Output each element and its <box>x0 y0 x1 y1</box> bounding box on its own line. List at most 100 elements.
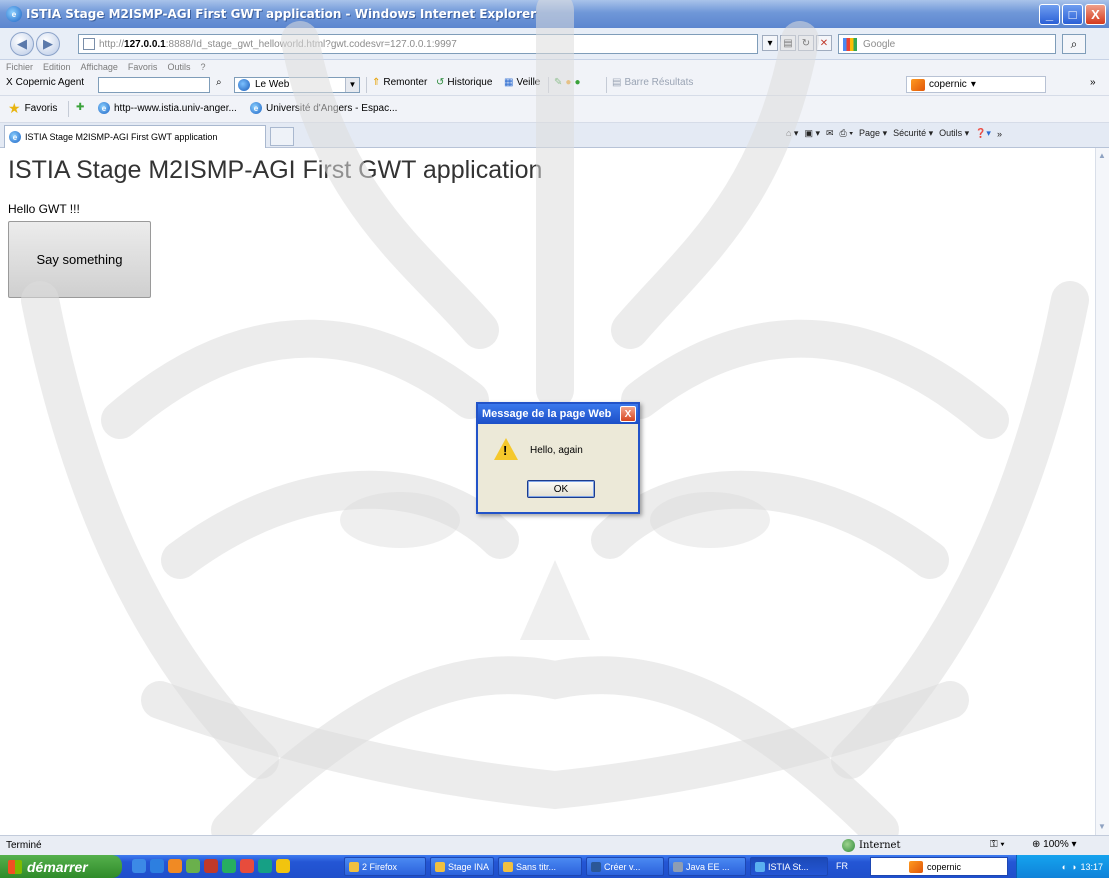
veille-button[interactable]: ▦ Veille <box>504 77 540 88</box>
start-button[interactable]: démarrer <box>0 855 122 878</box>
zone-label: Internet <box>859 840 901 851</box>
app-quicklaunch-icon[interactable] <box>186 859 200 873</box>
page-menu[interactable]: Page ▾ <box>859 128 887 139</box>
veille-icon: ▦ <box>504 77 514 88</box>
taskbar-item-stage[interactable]: Stage INA <box>430 857 494 876</box>
web-select-value: Le Web <box>255 79 290 90</box>
app-quicklaunch-icon[interactable] <box>240 859 254 873</box>
google-icon <box>843 38 857 51</box>
ok-button[interactable]: OK <box>527 480 595 498</box>
remonter-button[interactable]: ⇑ Remonter <box>372 77 427 88</box>
close-window-button[interactable]: X <box>1085 4 1106 25</box>
tab-title: ISTIA Stage M2ISMP-AGI First GWT applica… <box>25 132 218 142</box>
print-icon[interactable]: ⎙ ▾ <box>840 128 853 139</box>
web-scope-select[interactable]: Le Web ▼ <box>234 77 360 93</box>
ie-page-icon: e <box>250 102 262 114</box>
menu-item-favorites[interactable]: Favoris <box>128 62 158 72</box>
folder-quicklaunch-icon[interactable] <box>276 859 290 873</box>
more-chevron-icon[interactable]: » <box>1090 77 1096 88</box>
add-favorite-icon[interactable]: ✚ <box>76 102 84 113</box>
vertical-scrollbar[interactable]: ▲ ▼ <box>1095 148 1109 835</box>
taskbar-item-word[interactable]: Créer v... <box>586 857 664 876</box>
tray-icon[interactable]: ◑ <box>1071 862 1076 872</box>
scroll-up-icon[interactable]: ▲ <box>1098 151 1107 160</box>
history-icon: ↺ <box>436 77 445 88</box>
pen-icon: ✎ <box>554 77 563 88</box>
taskbar-item-firefox[interactable]: 2 Firefox <box>344 857 426 876</box>
task-label: Sans titr... <box>516 861 557 872</box>
copernic-deskbar-label: copernic <box>927 861 962 872</box>
highlight-tools[interactable]: ✎ ● ● <box>554 77 580 88</box>
results-bar-icon: ▤ <box>612 77 622 88</box>
star-icon: ★ <box>8 100 21 116</box>
taskbar-item-paint[interactable]: Sans titr... <box>498 857 582 876</box>
forward-button[interactable]: ▶ <box>36 32 60 56</box>
menu-item-view[interactable]: Affichage <box>81 62 118 72</box>
security-zone[interactable]: Internet <box>842 839 900 852</box>
app-quicklaunch-icon[interactable] <box>222 859 236 873</box>
back-button[interactable]: ◀ <box>10 32 34 56</box>
security-menu[interactable]: Sécurité ▾ <box>893 128 933 139</box>
copernic-agent-label: Copernic Agent <box>15 77 85 88</box>
firefox-quicklaunch-icon[interactable] <box>168 859 182 873</box>
copernic-close-button[interactable]: X Copernic Agent <box>6 77 84 88</box>
menu-item-tools[interactable]: Outils <box>167 62 190 72</box>
app-quicklaunch-icon[interactable] <box>258 859 272 873</box>
tray-icon[interactable]: ◐ <box>1062 862 1067 872</box>
mail-icon[interactable]: ✉ <box>826 128 834 139</box>
dropdown-arrow-icon[interactable]: ▾ <box>762 35 778 51</box>
tab-istia[interactable]: e ISTIA Stage M2ISMP-AGI First GWT appli… <box>4 125 266 148</box>
hello-label: Hello GWT !!! <box>8 202 80 216</box>
favorite-link-istia[interactable]: e http--www.istia.univ-anger... <box>98 102 237 114</box>
dialog-close-button[interactable]: X <box>620 406 636 422</box>
compat-view-icon[interactable]: ▤ <box>780 35 796 51</box>
search-button[interactable]: ⌕ <box>1062 34 1086 54</box>
warning-icon: ! <box>494 438 518 460</box>
taskbar-item-istia[interactable]: ISTIA St... <box>750 857 828 876</box>
maximize-button[interactable]: □ <box>1062 4 1083 25</box>
status-text: Terminé <box>6 840 42 851</box>
search-input[interactable]: Google <box>838 34 1056 54</box>
historique-button[interactable]: ↺ Historique <box>436 77 492 88</box>
search-placeholder: Google <box>863 38 896 50</box>
language-indicator[interactable]: FR <box>836 861 848 871</box>
chevron-down-icon: ▾ <box>970 79 976 90</box>
favorites-label: Favoris <box>24 102 58 114</box>
historique-label: Historique <box>447 77 493 88</box>
tools-menu[interactable]: Outils ▾ <box>939 128 969 139</box>
more-chevron-icon[interactable]: » <box>997 129 1002 139</box>
help-icon[interactable]: ❓▾ <box>975 128 991 139</box>
taskbar-item-java[interactable]: Java EE ... <box>668 857 746 876</box>
app-quicklaunch-icon[interactable] <box>204 859 218 873</box>
back-arrow-icon: ◀ <box>17 36 27 51</box>
home-icon[interactable]: ⌂ ▾ <box>786 128 798 139</box>
barre-label: Barre Résultats <box>624 77 694 88</box>
browser-quicklaunch-icon[interactable] <box>150 859 164 873</box>
new-tab-button[interactable] <box>270 127 294 146</box>
copernic-search-input[interactable] <box>98 77 210 93</box>
chevron-down-icon: ▼ <box>345 78 359 92</box>
zoom-control[interactable]: ⊕ 100% ▾ <box>1032 839 1077 850</box>
feeds-icon[interactable]: ▣ ▾ <box>804 128 820 139</box>
copernic-search-icon[interactable]: ⌕ <box>216 77 222 88</box>
say-something-button[interactable]: Say something <box>8 221 151 298</box>
menu-item-help[interactable]: ? <box>200 62 205 72</box>
chevron-down-icon: ▾ <box>1071 839 1077 850</box>
menu-item-file[interactable]: Fichier <box>6 62 33 72</box>
address-bar[interactable]: http:// 127.0.0.1 :8888/Id_stage_gwt_hel… <box>78 34 758 54</box>
protected-mode-icon[interactable]: ⚿ ▾ <box>990 839 1005 850</box>
refresh-icon[interactable]: ↻ <box>798 35 814 51</box>
favorite-link-angers[interactable]: e Université d'Angers - Espac... <box>250 102 397 114</box>
veille-label: Veille <box>516 77 541 88</box>
barre-resultats-button[interactable]: ▤ Barre Résultats <box>612 77 693 88</box>
menu-item-edit[interactable]: Edition <box>43 62 71 72</box>
favorites-button[interactable]: ★ Favoris <box>8 100 58 116</box>
copernic-menu-button[interactable]: copernic ▾ <box>906 76 1046 93</box>
stop-icon[interactable]: ✕ <box>816 35 832 51</box>
scroll-down-icon[interactable]: ▼ <box>1098 822 1107 831</box>
window-titlebar: e ISTIA Stage M2ISMP-AGI First GWT appli… <box>0 0 1109 28</box>
ie-quicklaunch-icon[interactable] <box>132 859 146 873</box>
circle-icon: ● <box>565 77 572 88</box>
minimize-button[interactable]: _ <box>1039 4 1060 25</box>
copernic-deskbar[interactable]: copernic <box>870 857 1008 876</box>
